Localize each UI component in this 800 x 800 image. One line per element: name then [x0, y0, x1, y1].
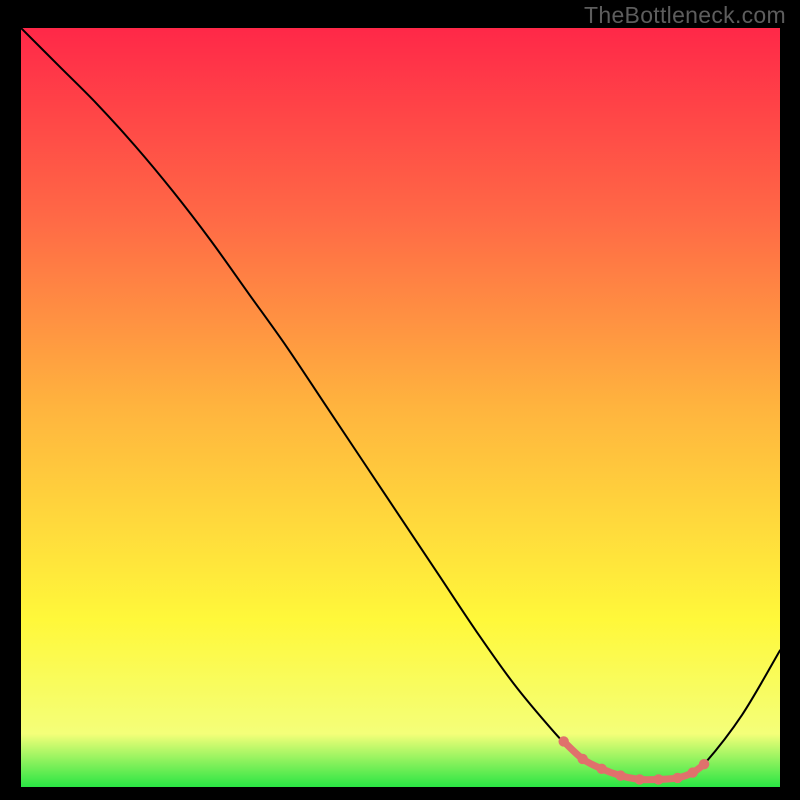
- gradient-background: [21, 28, 780, 787]
- valley-marker-dot: [634, 774, 644, 784]
- valley-marker-dot: [672, 773, 682, 783]
- valley-marker-dot: [699, 759, 709, 769]
- valley-marker-dot: [577, 754, 587, 764]
- bottleneck-chart: [21, 28, 780, 787]
- chart-stage: TheBottleneck.com: [0, 0, 800, 800]
- valley-marker-dot: [596, 764, 606, 774]
- valley-marker-dot: [688, 767, 698, 777]
- valley-marker-dot: [615, 770, 625, 780]
- valley-marker-dot: [558, 736, 568, 746]
- plot-area: [21, 28, 780, 787]
- watermark-text: TheBottleneck.com: [584, 2, 786, 29]
- valley-marker-dot: [653, 774, 663, 784]
